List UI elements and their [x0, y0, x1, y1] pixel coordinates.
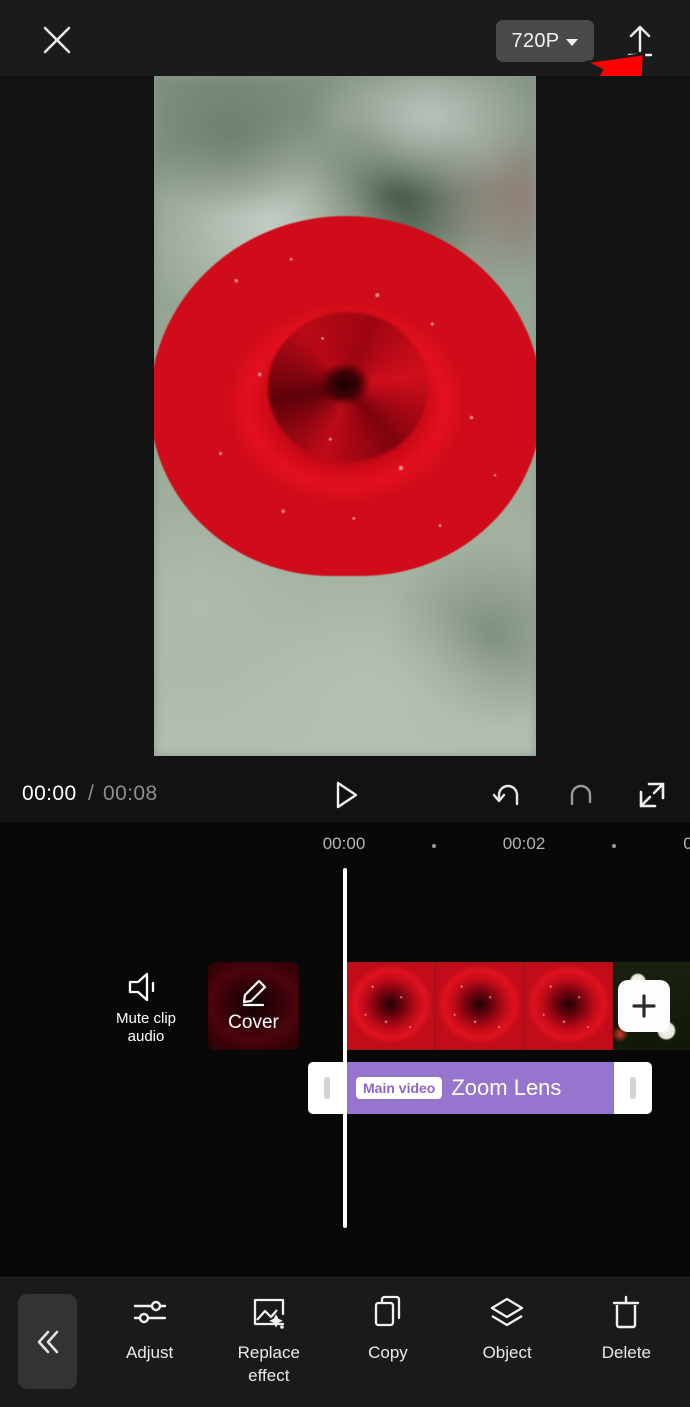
cover-label: Cover	[228, 1012, 279, 1034]
export-button[interactable]	[614, 16, 666, 66]
clip-trim-handle-right[interactable]	[614, 1062, 652, 1114]
playhead[interactable]	[343, 868, 347, 1228]
effect-clip-title: Zoom Lens	[451, 1075, 561, 1101]
current-time: 00:00	[22, 782, 77, 806]
tool-label-line1: Replace	[238, 1342, 300, 1363]
tool-replace-effect[interactable]: Replace effect	[214, 1294, 324, 1386]
top-bar: 720P	[0, 0, 690, 76]
effect-clip-body[interactable]: Main video Zoom Lens	[346, 1062, 614, 1114]
video-editor-screen: 720P 00:00 / 00:08	[0, 0, 690, 1407]
redo-icon	[564, 780, 598, 810]
tool-delete[interactable]: Delete	[571, 1294, 681, 1363]
play-icon	[331, 779, 361, 811]
tool-label: Copy	[368, 1342, 408, 1363]
ruler-tick-label: 00:00	[323, 834, 366, 854]
trash-icon	[607, 1294, 645, 1332]
mute-label-line2: audio	[128, 1028, 165, 1046]
resolution-label: 720P	[512, 30, 560, 53]
sliders-icon	[129, 1294, 171, 1332]
resolution-dropdown[interactable]: 720P	[496, 20, 594, 62]
timeline[interactable]: 00:00 00:02 0 Mute clip audio Cover	[0, 822, 690, 1277]
tool-label: Object	[483, 1342, 532, 1363]
undo-icon	[491, 780, 525, 810]
tool-label-line2: effect	[248, 1365, 289, 1386]
ruler-tick-dot	[432, 844, 436, 848]
clip-trim-handle-left[interactable]	[308, 1062, 346, 1114]
effect-clip[interactable]: Main video Zoom Lens	[308, 1062, 652, 1114]
speaker-mute-icon	[126, 970, 166, 1004]
copy-icon	[369, 1294, 407, 1332]
tool-label: Delete	[602, 1342, 651, 1363]
collapse-toolbar-button[interactable]	[18, 1294, 77, 1389]
video-preview-area[interactable]	[0, 76, 690, 766]
replace-effect-icon	[249, 1294, 289, 1332]
play-button[interactable]	[327, 776, 365, 814]
double-chevron-left-icon	[31, 1326, 65, 1358]
playback-bar: 00:00 / 00:08	[0, 766, 690, 822]
chevron-down-icon	[566, 39, 578, 46]
trim-handle-icon	[630, 1077, 636, 1099]
close-button[interactable]	[35, 19, 79, 61]
fullscreen-icon	[637, 780, 667, 810]
ruler-tick-label: 0	[683, 834, 690, 854]
pencil-edit-icon	[238, 978, 270, 1008]
close-x-icon	[39, 22, 75, 58]
undo-button[interactable]	[489, 776, 527, 814]
redo-button[interactable]	[562, 776, 600, 814]
trim-handle-icon	[324, 1077, 330, 1099]
ruler-tick-dot	[612, 844, 616, 848]
track-thumbnail[interactable]	[524, 962, 613, 1050]
total-time: 00:08	[103, 782, 158, 806]
time-separator: /	[88, 782, 94, 806]
ruler-tick-label: 00:02	[503, 834, 546, 854]
tool-adjust[interactable]: Adjust	[95, 1294, 205, 1363]
track-thumbnail[interactable]	[435, 962, 524, 1050]
tool-object[interactable]: Object	[452, 1294, 562, 1363]
mute-clip-audio-button[interactable]: Mute clip audio	[103, 970, 189, 1056]
track-thumbnail[interactable]	[346, 962, 435, 1050]
tool-label: Adjust	[126, 1342, 173, 1363]
bottom-toolbar: Adjust Replace effect Copy	[0, 1277, 690, 1407]
timeline-ruler: 00:00 00:02 0	[0, 822, 690, 868]
tool-copy[interactable]: Copy	[333, 1294, 443, 1363]
fullscreen-button[interactable]	[633, 776, 671, 814]
video-frame[interactable]	[154, 76, 536, 756]
add-clip-button[interactable]	[618, 980, 670, 1032]
plus-icon	[629, 991, 659, 1021]
export-upload-arrow-icon	[623, 23, 657, 59]
mute-label-line1: Mute clip	[116, 1010, 176, 1028]
main-video-badge: Main video	[356, 1077, 442, 1099]
preview-rose-subject	[154, 216, 536, 576]
layers-icon	[486, 1294, 528, 1332]
cover-button[interactable]: Cover	[208, 962, 299, 1050]
